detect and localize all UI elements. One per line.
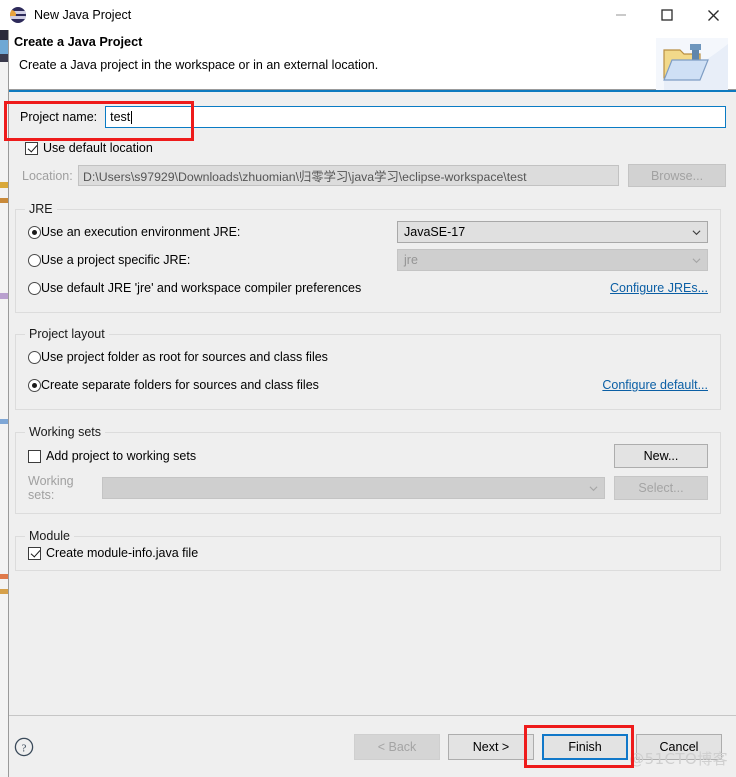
jre-execution-environment-radio[interactable] bbox=[28, 225, 41, 239]
footer-buttons: < Back Next > Finish Cancel bbox=[354, 733, 722, 760]
use-default-location-checkbox[interactable] bbox=[25, 141, 38, 155]
add-to-working-sets-checkbox[interactable] bbox=[28, 449, 41, 463]
add-to-working-sets-row: Add project to working sets New... bbox=[28, 441, 708, 471]
configure-jres-link[interactable]: Configure JREs... bbox=[610, 281, 708, 295]
java-project-folder-icon bbox=[650, 30, 728, 90]
create-module-info-label: Create module-info.java file bbox=[46, 546, 199, 560]
jre-default-row: Use default JRE 'jre' and workspace comp… bbox=[28, 274, 708, 302]
layout-separate-label: Create separate folders for sources and … bbox=[41, 378, 319, 392]
jre-default-radio[interactable] bbox=[28, 281, 41, 295]
create-module-info-checkbox[interactable] bbox=[28, 546, 41, 560]
dialog-body: Project name: test Use default location … bbox=[0, 90, 736, 715]
maximize-button[interactable] bbox=[644, 0, 690, 30]
layout-separate-option[interactable]: Create separate folders for sources and … bbox=[28, 378, 319, 392]
add-to-working-sets-label: Add project to working sets bbox=[46, 449, 197, 463]
jre-execution-environment-row: Use an execution environment JRE: JavaSE… bbox=[28, 218, 708, 246]
working-sets-select-row: Working sets: Select... bbox=[28, 473, 708, 503]
location-input: D:\Users\s97929\Downloads\zhuomian\归零学习\… bbox=[78, 165, 619, 186]
module-group-title: Module bbox=[25, 529, 74, 543]
page-title: Create a Java Project bbox=[14, 35, 143, 49]
page-description: Create a Java project in the workspace o… bbox=[19, 58, 379, 72]
cancel-button[interactable]: Cancel bbox=[636, 733, 722, 760]
chevron-down-icon bbox=[692, 229, 701, 235]
jre-project-specific-option[interactable]: Use a project specific JRE: bbox=[28, 253, 190, 267]
layout-root-label: Use project folder as root for sources a… bbox=[41, 350, 328, 364]
dialog-header: Create a Java Project Create a Java proj… bbox=[0, 30, 736, 90]
project-name-row: Project name: test bbox=[10, 106, 726, 128]
working-sets-group-title: Working sets bbox=[25, 425, 106, 439]
layout-root-radio[interactable] bbox=[28, 350, 41, 364]
project-layout-group-title: Project layout bbox=[25, 327, 109, 341]
layout-root-row: Use project folder as root for sources a… bbox=[28, 343, 708, 371]
svg-text:?: ? bbox=[22, 742, 27, 754]
jre-project-specific-radio[interactable] bbox=[28, 253, 41, 267]
project-layout-group: Project layout Use project folder as roo… bbox=[15, 327, 721, 410]
jre-execution-environment-option[interactable]: Use an execution environment JRE: bbox=[28, 225, 240, 239]
back-button: < Back bbox=[354, 733, 440, 760]
execution-environment-value: JavaSE-17 bbox=[404, 225, 466, 239]
new-java-project-dialog: New Java Project Create a Java Project C… bbox=[0, 0, 736, 777]
layout-separate-radio[interactable] bbox=[28, 378, 41, 392]
window-controls bbox=[598, 0, 736, 30]
use-default-location-row[interactable]: Use default location bbox=[10, 141, 726, 155]
close-button[interactable] bbox=[690, 0, 736, 30]
location-value: D:\Users\s97929\Downloads\zhuomian\归零学习\… bbox=[83, 169, 527, 184]
jre-group: JRE Use an execution environment JRE: Ja… bbox=[15, 202, 721, 313]
finish-button[interactable]: Finish bbox=[542, 733, 628, 760]
project-jre-value: jre bbox=[404, 253, 418, 267]
project-jre-dropdown: jre bbox=[397, 249, 708, 271]
module-group: Module Create module-info.java file bbox=[15, 529, 721, 571]
select-working-set-button: Select... bbox=[614, 476, 708, 500]
location-row: Location: D:\Users\s97929\Downloads\zhuo… bbox=[10, 164, 726, 187]
chevron-down-icon bbox=[589, 485, 598, 491]
window-title: New Java Project bbox=[34, 8, 132, 22]
text-caret bbox=[131, 110, 133, 124]
execution-environment-dropdown[interactable]: JavaSE-17 bbox=[397, 221, 708, 243]
help-icon[interactable]: ? bbox=[14, 737, 34, 757]
jre-project-specific-label: Use a project specific JRE: bbox=[41, 253, 191, 267]
browse-button: Browse... bbox=[628, 164, 726, 187]
working-sets-group: Working sets Add project to working sets… bbox=[15, 425, 721, 514]
jre-default-label: Use default JRE 'jre' and workspace comp… bbox=[41, 281, 362, 295]
location-label: Location: bbox=[22, 168, 73, 183]
jre-group-title: JRE bbox=[25, 202, 57, 216]
project-name-label: Project name: bbox=[20, 110, 98, 124]
jre-project-specific-row: Use a project specific JRE: jre bbox=[28, 246, 708, 274]
use-default-location-label: Use default location bbox=[43, 141, 153, 155]
layout-separate-row: Create separate folders for sources and … bbox=[28, 371, 708, 399]
working-sets-label: Working sets: bbox=[28, 474, 74, 502]
project-name-value: test bbox=[110, 110, 131, 124]
minimize-button[interactable] bbox=[598, 0, 644, 30]
configure-default-link[interactable]: Configure default... bbox=[602, 378, 708, 392]
chevron-down-icon bbox=[692, 257, 701, 263]
layout-root-option[interactable]: Use project folder as root for sources a… bbox=[28, 350, 328, 364]
next-button[interactable]: Next > bbox=[448, 733, 534, 760]
create-module-info-row[interactable]: Create module-info.java file bbox=[28, 546, 708, 560]
background-window-sliver bbox=[0, 22, 9, 777]
new-working-set-button[interactable]: New... bbox=[614, 444, 708, 468]
working-sets-dropdown bbox=[102, 477, 605, 499]
eclipse-icon bbox=[10, 7, 26, 23]
jre-default-option[interactable]: Use default JRE 'jre' and workspace comp… bbox=[28, 281, 361, 295]
jre-execution-environment-label: Use an execution environment JRE: bbox=[41, 225, 241, 239]
title-bar: New Java Project bbox=[0, 0, 736, 30]
project-name-input[interactable]: test bbox=[105, 106, 726, 128]
add-to-working-sets-option[interactable]: Add project to working sets bbox=[28, 449, 196, 463]
dialog-footer: ? < Back Next > Finish Cancel @51CTO博客 bbox=[0, 715, 736, 777]
